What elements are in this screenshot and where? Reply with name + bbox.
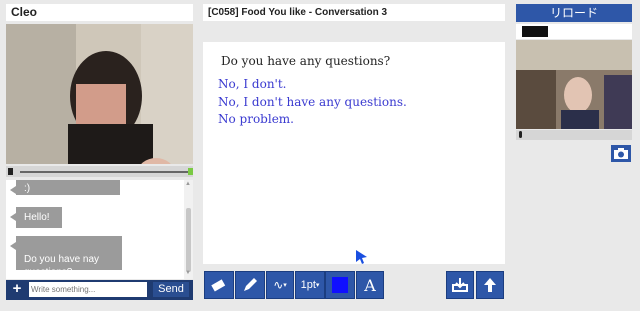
cursor-icon [356,250,367,264]
text-tool-label: A [364,275,376,295]
pencil-icon [244,278,257,291]
volume-handle[interactable] [188,168,193,175]
lesson-title: [C058] Food You like - Conversation 3 [208,7,388,18]
reload-label: リロード [549,6,598,20]
chat-scroll-thumb[interactable] [186,208,191,272]
question-text: Do you have any questions? [221,54,391,68]
pen-button[interactable] [235,271,265,299]
arrow-up-icon [484,278,496,292]
chat-input[interactable] [29,282,147,297]
camera-icon [614,148,628,159]
chat-log: :) Hello! Do you have nay questions? ▲ ▼ [6,180,193,279]
download-icon [452,278,468,292]
chat-message: :) [10,180,120,195]
reload-button[interactable]: リロード [516,4,632,22]
scroll-down-icon[interactable]: ▼ [185,270,191,276]
answer-text: No problem. [218,112,294,126]
chat-scrollbar[interactable]: ▲ ▼ [184,180,193,279]
download-button[interactable] [446,271,474,299]
eraser-button[interactable] [204,271,234,299]
add-button[interactable]: + [9,281,25,297]
scroll-up-icon[interactable]: ▲ [185,181,191,187]
chat-message: Do you have nay questions? [10,236,122,278]
color-button[interactable] [325,271,355,299]
color-swatch [332,277,348,293]
partner-name-bar: Cleo [6,4,193,21]
speaker-icon [8,168,13,175]
partner-name: Cleo [11,5,38,19]
volume-track [20,171,188,173]
text-tool-button[interactable]: A [356,271,384,299]
volume-bar[interactable] [6,166,193,177]
line-style-button[interactable]: ∿ ▾ [266,271,294,299]
whiteboard[interactable]: Do you have any questions? No, I don't. … [203,42,505,264]
microphone-icon [519,131,522,138]
eraser-icon [211,279,226,292]
self-name-redacted [522,26,548,37]
line-width-button[interactable]: 1pt ▾ [295,271,325,299]
dropdown-icon: ▾ [315,282,320,289]
send-button[interactable]: Send [153,282,189,297]
answer-text: No, I don't. [218,77,287,91]
chat-input-bar: + Send [6,280,193,300]
dropdown-icon: ▾ [283,282,287,289]
wave-icon: ∿ [273,278,284,292]
partner-video-frame [6,24,193,164]
partner-video [6,24,193,164]
chat-message: Hello! [10,207,62,228]
line-width-label: 1pt [300,279,316,291]
lesson-title-bar: [C058] Food You like - Conversation 3 [203,4,505,21]
answer-text: No, I don't have any questions. [218,95,407,109]
upload-button[interactable] [476,271,504,299]
self-name-bar [516,24,632,39]
self-video-frame [516,40,632,129]
self-video [516,40,632,129]
camera-button[interactable] [611,145,631,162]
self-mic-bar [516,130,632,140]
